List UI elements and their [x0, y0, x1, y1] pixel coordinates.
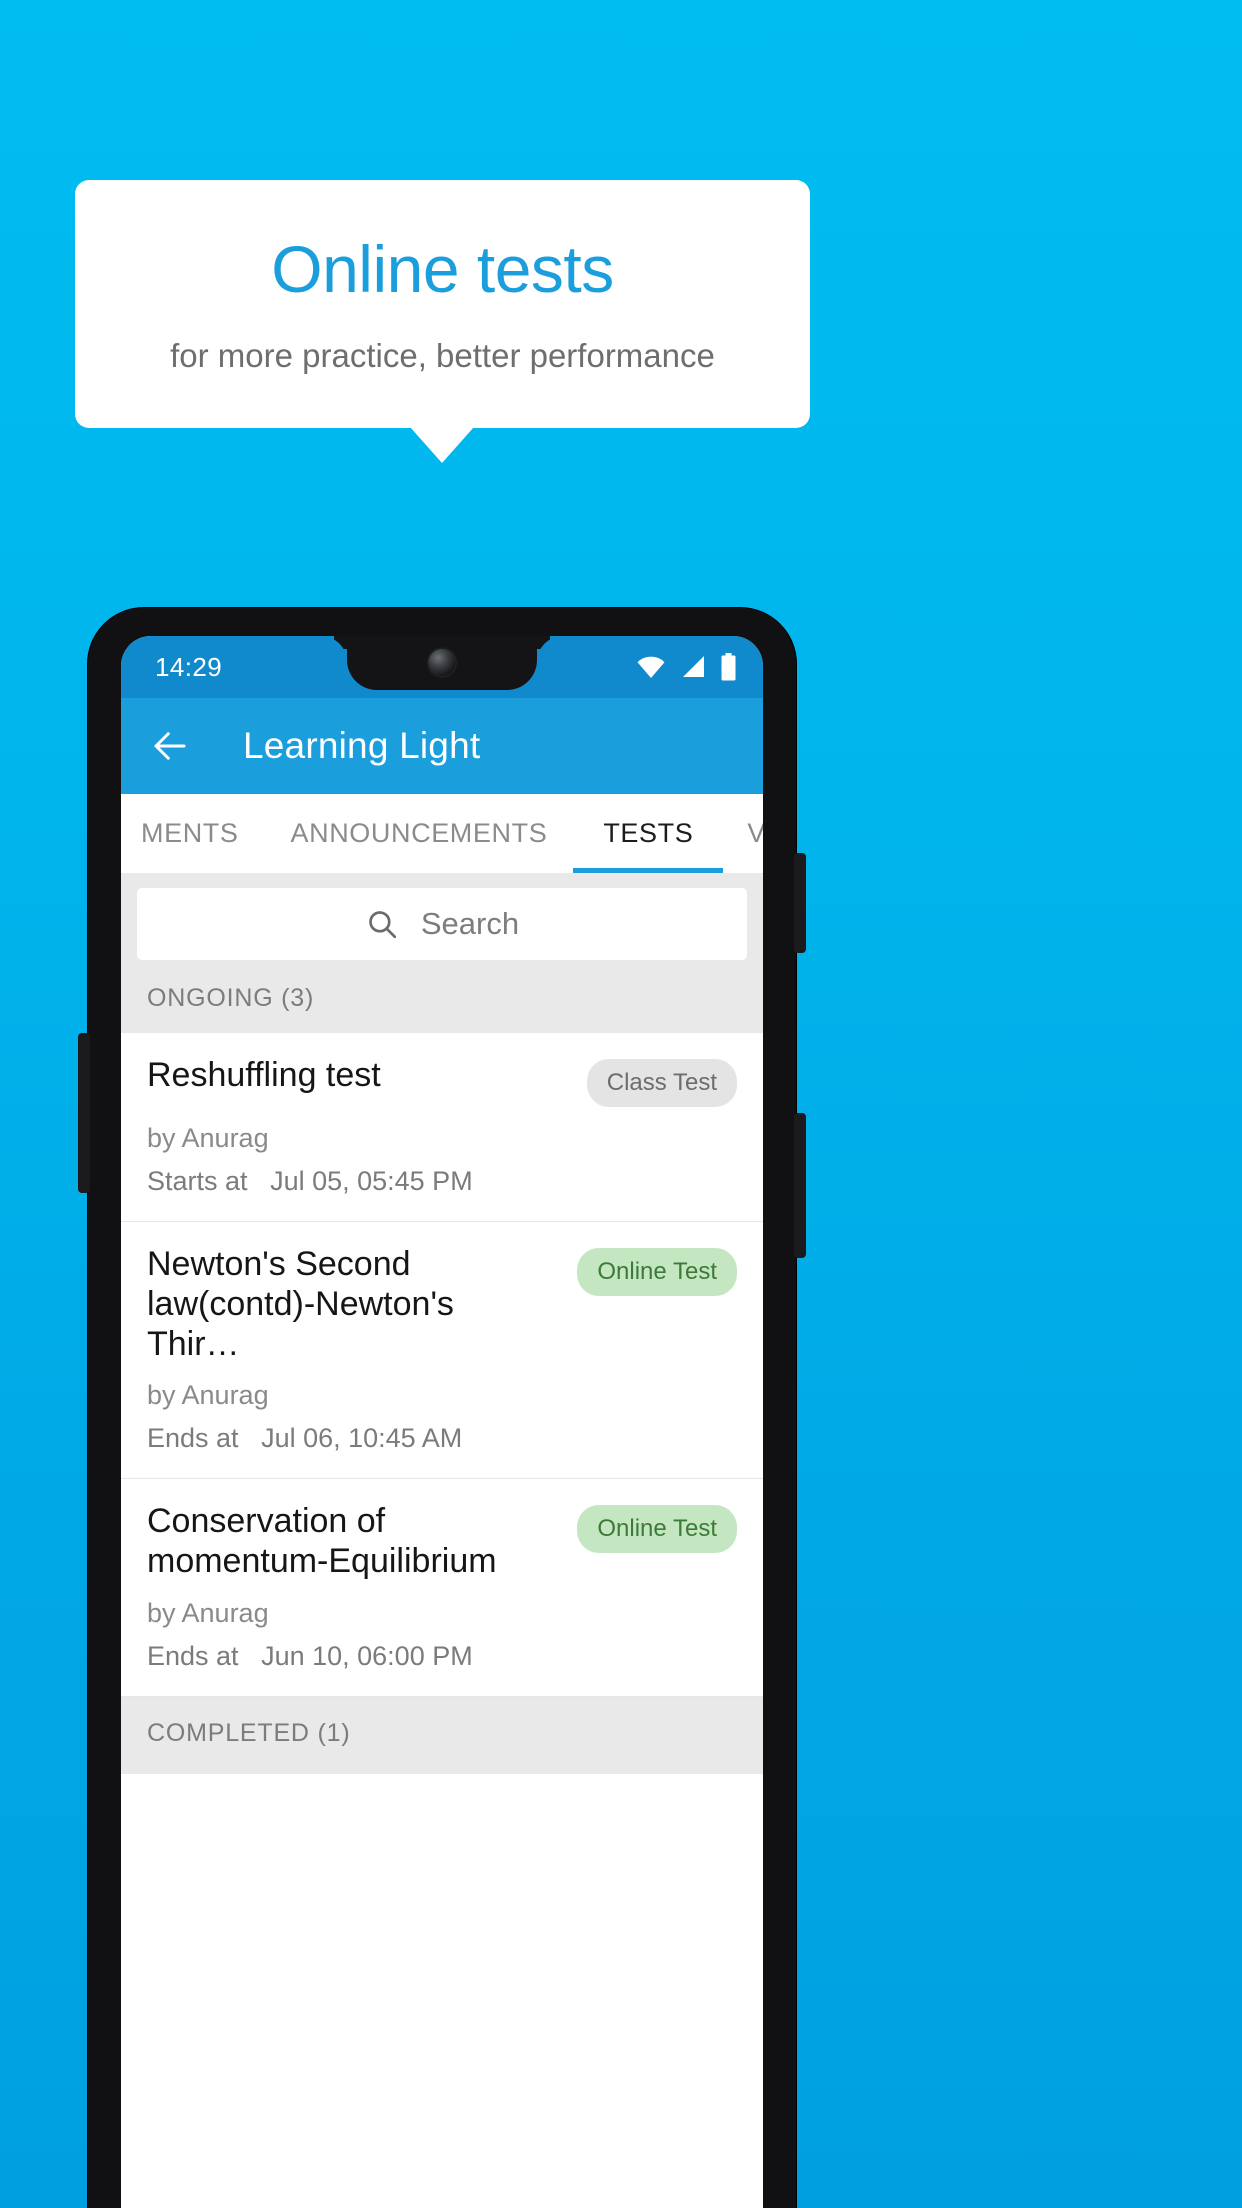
section-header-ongoing: ONGOING (3)	[121, 976, 763, 1033]
test-item-author: by Anurag	[147, 1123, 269, 1153]
phone-device-frame: 14:29 Learning Light MENTS ANNOUNCEMENTS…	[78, 608, 806, 2208]
promo-card-tail	[410, 427, 474, 463]
search-input[interactable]: Search	[137, 888, 747, 960]
status-bar-clock: 14:29	[155, 651, 223, 682]
test-list-item[interactable]: Newton's Second law(contd)-Newton's Thir…	[121, 1222, 763, 1480]
phone-volume-button[interactable]	[794, 1113, 806, 1258]
phone-power-button[interactable]	[794, 853, 806, 953]
app-bar: Learning Light	[121, 698, 763, 794]
tab-assignments[interactable]: MENTS	[121, 794, 265, 873]
test-item-time: Ends at Jul 06, 10:45 AM	[147, 1423, 737, 1454]
phone-notch	[347, 636, 537, 690]
wifi-icon	[637, 656, 665, 678]
tab-tests[interactable]: TESTS	[573, 794, 724, 873]
test-item-header-row: Conservation of momentum-Equilibrium Onl…	[147, 1501, 737, 1581]
tab-announcements[interactable]: ANNOUNCEMENTS	[265, 794, 574, 873]
promo-subtitle: for more practice, better performance	[170, 337, 715, 375]
search-icon	[369, 911, 396, 939]
phone-side-button-left[interactable]	[78, 1033, 90, 1193]
tab-videos[interactable]: VIDEOS	[723, 794, 763, 873]
test-item-header-row: Newton's Second law(contd)-Newton's Thir…	[147, 1244, 737, 1364]
app-bar-title: Learning Light	[243, 725, 481, 766]
status-bar: 14:29	[121, 636, 763, 698]
back-arrow-icon[interactable]	[149, 725, 191, 767]
test-item-time: Ends at Jun 10, 06:00 PM	[147, 1641, 737, 1672]
front-camera-icon	[428, 649, 456, 676]
tab-bar: MENTS ANNOUNCEMENTS TESTS VIDEOS	[121, 794, 763, 874]
test-item-author: by Anurag	[147, 1380, 269, 1411]
signal-icon	[683, 656, 704, 677]
phone-screen: 14:29 Learning Light MENTS ANNOUNCEMENTS…	[121, 636, 763, 2208]
test-item-time: Starts at Jul 05, 05:45 PM	[147, 1166, 737, 1197]
test-item-author: by Anurag	[147, 1597, 269, 1628]
search-area: Search	[121, 874, 763, 976]
test-item-title: Newton's Second law(contd)-Newton's Thir…	[147, 1245, 454, 1364]
search-placeholder-text: Search	[420, 906, 520, 941]
test-item-time-label: Ends at	[147, 1640, 239, 1671]
test-item-title: Reshuffling test	[147, 1056, 381, 1094]
test-list-item[interactable]: Conservation of momentum-Equilibrium Onl…	[121, 1479, 763, 1697]
test-item-title: Conservation of momentum-Equilibrium	[147, 1502, 497, 1581]
test-list-item[interactable]: Reshuffling test Class Test by Anurag St…	[121, 1033, 763, 1222]
test-item-time-value: Jun 10, 06:00 PM	[261, 1640, 473, 1671]
test-item-header-row: Reshuffling test Class Test	[147, 1055, 737, 1107]
test-item-time-label: Ends at	[147, 1423, 239, 1454]
promo-card: Online tests for more practice, better p…	[75, 180, 810, 428]
test-item-badge: Online Test	[577, 1505, 737, 1554]
test-item-time-value: Jul 05, 05:45 PM	[270, 1166, 473, 1196]
test-item-badge: Online Test	[577, 1248, 737, 1296]
test-item-time-label: Starts at	[147, 1166, 248, 1196]
section-header-completed: COMPLETED (1)	[121, 1696, 763, 1774]
promo-title: Online tests	[271, 231, 614, 306]
status-bar-icons	[636, 653, 741, 681]
battery-icon	[721, 653, 736, 681]
test-item-badge: Class Test	[586, 1059, 737, 1107]
test-item-time-value: Jul 06, 10:45 AM	[261, 1423, 463, 1454]
